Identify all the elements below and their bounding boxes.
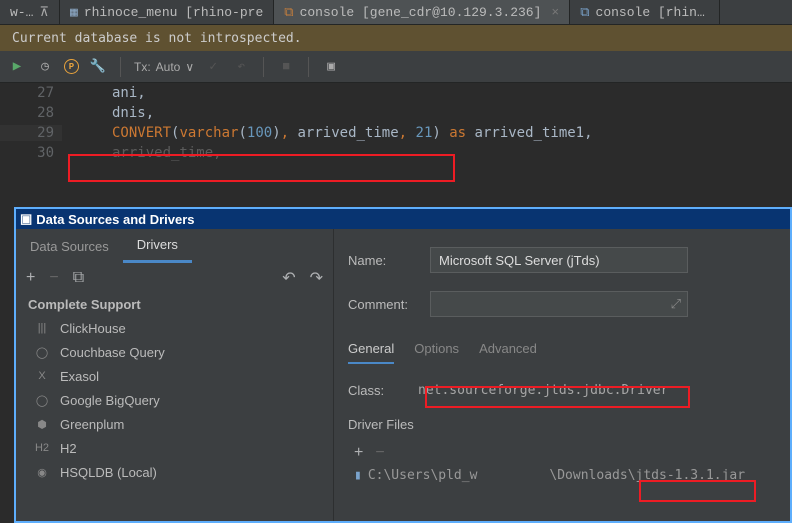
remove-file-icon[interactable]: −	[375, 444, 384, 462]
driver-name: HSQLDB (Local)	[60, 465, 157, 480]
class-label: Class:	[348, 383, 412, 398]
driver-icon: |||	[34, 320, 50, 336]
driver-name: Couchbase Query	[60, 345, 165, 360]
editor-tabs: w-new] ⊼ ▦ rhinoce_menu [rhino-pre ⧉ con…	[0, 0, 792, 25]
name-label: Name:	[348, 253, 430, 268]
tab-console-rhino[interactable]: ⧉ console [rhino-pr	[570, 0, 720, 24]
chevron-down-icon: ∨	[185, 60, 194, 74]
driver-name: Exasol	[60, 369, 99, 384]
tab-data-sources[interactable]: Data Sources	[16, 231, 123, 262]
driver-name: H2	[60, 441, 77, 456]
redo-icon[interactable]: ↷	[310, 268, 323, 288]
driver-name: Google BigQuery	[60, 393, 160, 408]
rollback-icon[interactable]: ↶	[232, 58, 250, 76]
tab-advanced[interactable]: Advanced	[479, 335, 537, 364]
driver-icon: H2	[34, 440, 50, 456]
data-sources-dialog: ▣ Data Sources and Drivers Data Sources …	[14, 207, 792, 523]
driver-name-input[interactable]	[430, 247, 688, 273]
driver-icon: ◉	[34, 464, 50, 480]
tab-general[interactable]: General	[348, 335, 394, 364]
driver-item[interactable]: ◯ Couchbase Query	[16, 340, 333, 364]
class-value[interactable]: net.sourceforge.jtds.jdbc.Driver	[412, 380, 674, 401]
right-tabs: General Options Advanced	[348, 335, 776, 364]
dialog-title: Data Sources and Drivers	[36, 212, 194, 227]
section-complete-support: Complete Support	[16, 293, 333, 316]
duplicate-icon[interactable]: ⧉	[73, 269, 84, 287]
tab-wnew[interactable]: w-new] ⊼	[0, 0, 60, 24]
output-icon[interactable]: ▣	[322, 58, 340, 76]
tab-drivers[interactable]: Drivers	[123, 229, 192, 263]
driver-item[interactable]: ◉ HSQLDB (Local)	[16, 460, 333, 484]
tx-mode-dropdown[interactable]: Tx: Auto ∨	[134, 60, 194, 74]
driver-name: ClickHouse	[60, 321, 126, 336]
jar-icon: ▮	[354, 468, 362, 483]
history-icon[interactable]: ◷	[36, 58, 54, 76]
tab-rhinoce-menu[interactable]: ▦ rhinoce_menu [rhino-pre	[60, 0, 274, 24]
driver-icon: ◯	[34, 344, 50, 360]
console-icon: ⧉	[580, 5, 589, 20]
dialog-left-tabs: Data Sources Drivers	[16, 229, 333, 263]
stop-icon[interactable]: ■	[277, 58, 295, 76]
add-icon[interactable]: +	[26, 269, 35, 287]
driver-item[interactable]: ⬢ Greenplum	[16, 412, 333, 436]
driver-item[interactable]: X Exasol	[16, 364, 333, 388]
comment-input[interactable]: ⤢	[430, 291, 688, 317]
driver-icon: ⬢	[34, 416, 50, 432]
driver-name: Greenplum	[60, 417, 124, 432]
tab-options[interactable]: Options	[414, 335, 459, 364]
code-editor[interactable]: 27ani,28dnis,29CONVERT(varchar(100), arr…	[0, 83, 792, 163]
console-toolbar: ▶ ◷ P 🔧 Tx: Auto ∨ ✓ ↶ ■ ▣	[0, 51, 792, 83]
driver-item[interactable]: H2 H2	[16, 436, 333, 460]
driver-icon: ◯	[34, 392, 50, 408]
driver-icon: X	[34, 368, 50, 384]
commit-icon[interactable]: ✓	[204, 58, 222, 76]
introspection-warning: Current database is not introspected.	[0, 25, 792, 51]
tab-console-gene[interactable]: ⧉ console [gene_cdr@10.129.3.236] ×	[274, 0, 570, 24]
settings-icon[interactable]: 🔧	[89, 58, 107, 76]
expand-icon[interactable]: ⤢	[671, 296, 681, 312]
preview-icon[interactable]: P	[64, 59, 79, 74]
console-icon: ⧉	[284, 5, 293, 20]
driver-item[interactable]: ||| ClickHouse	[16, 316, 333, 340]
run-icon[interactable]: ▶	[8, 58, 26, 76]
driver-list[interactable]: ||| ClickHouse ◯ Couchbase Query X Exasol ◯ Goo…	[16, 316, 333, 521]
driver-file-item[interactable]: ▮ C:\Users\pld_w \Downloads \jtds-1.3.1.…	[348, 464, 776, 487]
dialog-icon: ▣	[20, 211, 32, 227]
driver-files-label: Driver Files	[348, 417, 776, 432]
close-icon[interactable]: ×	[551, 5, 559, 20]
undo-icon[interactable]: ↶	[282, 268, 295, 288]
driver-item[interactable]: ◯ Google BigQuery	[16, 388, 333, 412]
pin-icon: ⊼	[39, 5, 49, 20]
dialog-titlebar[interactable]: ▣ Data Sources and Drivers	[16, 209, 790, 229]
remove-icon[interactable]: −	[49, 269, 58, 287]
add-file-icon[interactable]: +	[354, 444, 363, 462]
table-icon: ▦	[70, 5, 78, 20]
comment-label: Comment:	[348, 297, 430, 312]
